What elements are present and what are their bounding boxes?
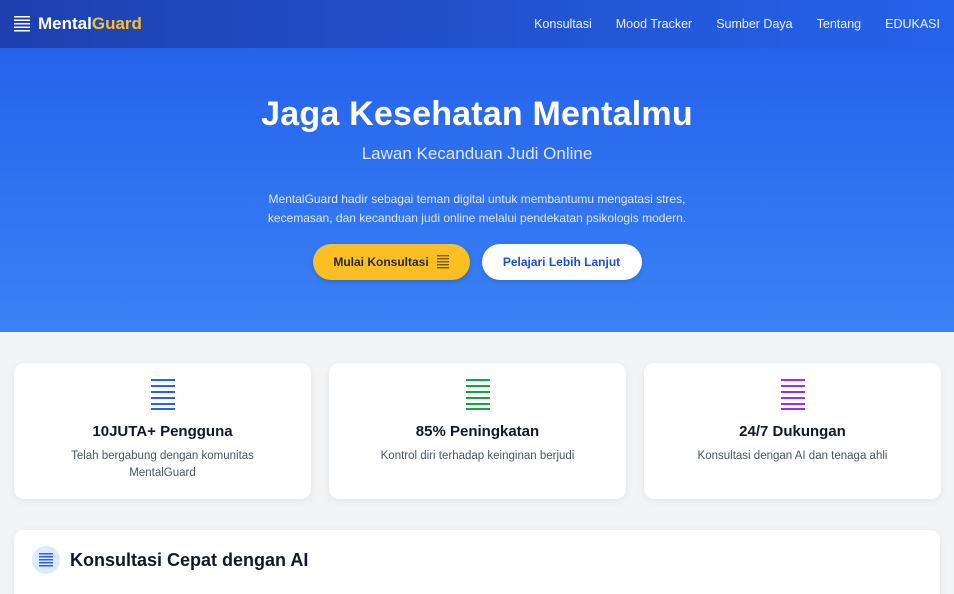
menu-lines-icon (14, 15, 30, 33)
hero-title: Jaga Kesehatan Mentalmu (261, 95, 693, 133)
nav-edukasi[interactable]: EDUKASI (885, 17, 940, 31)
improvement-icon (465, 379, 490, 410)
hero-description: MentalGuard hadir sebagai teman digital … (267, 192, 687, 225)
stats-cards: 10JUTA+ Pengguna Telah bergabung dengan … (14, 363, 941, 499)
start-consultation-label: Mulai Konsultasi (333, 255, 429, 269)
stat-card-support: 24/7 Dukungan Konsultasi dengan AI dan t… (644, 363, 941, 499)
hero-buttons: Mulai Konsultasi Pelajari Lebih Lanjut (0, 244, 954, 280)
stat-card-improvement: 85% Peningkatan Kontrol diri terhadap ke… (329, 363, 626, 499)
stat-title: 85% Peningkatan (415, 423, 540, 440)
start-consultation-button[interactable]: Mulai Konsultasi (312, 244, 470, 280)
top-navbar: MentalGuard Konsultasi Mood Tracker Sumb… (0, 0, 954, 48)
nav-tentang[interactable]: Tentang (817, 17, 861, 31)
stat-title: 24/7 Dukungan (739, 423, 846, 440)
learn-more-button[interactable]: Pelajari Lebih Lanjut (481, 244, 642, 280)
ai-chat-icon (32, 546, 60, 574)
stat-text: Kontrol diri terhadap keinginan berjudi (380, 450, 575, 462)
brand-logo[interactable]: MentalGuard (14, 14, 142, 34)
hero-section: Jaga Kesehatan Mentalmu Lawan Kecanduan … (0, 48, 954, 332)
stat-text: Telah bergabung dengan komunitas MentalG… (71, 450, 254, 479)
stat-title: 10JUTA+ Pengguna (92, 423, 233, 440)
ai-section-title: Konsultasi Cepat dengan AI (70, 550, 309, 570)
nav-mood-tracker[interactable]: Mood Tracker (616, 17, 692, 31)
nav-links: Konsultasi Mood Tracker Sumber Daya Tent… (534, 17, 940, 31)
nav-konsultasi[interactable]: Konsultasi (534, 17, 592, 31)
support-icon (780, 379, 805, 410)
stat-card-users: 10JUTA+ Pengguna Telah bergabung dengan … (14, 363, 311, 499)
nav-sumber-daya[interactable]: Sumber Daya (716, 17, 792, 31)
lines-icon (436, 255, 449, 269)
users-icon (150, 379, 175, 410)
stat-text: Konsultasi dengan AI dan tenaga ahli (697, 450, 888, 462)
ai-consultation-section: Konsultasi Cepat dengan AI (14, 530, 940, 594)
brand-name: MentalGuard (38, 14, 142, 33)
hero-subtitle: Lawan Kecanduan Judi Online (361, 144, 593, 163)
